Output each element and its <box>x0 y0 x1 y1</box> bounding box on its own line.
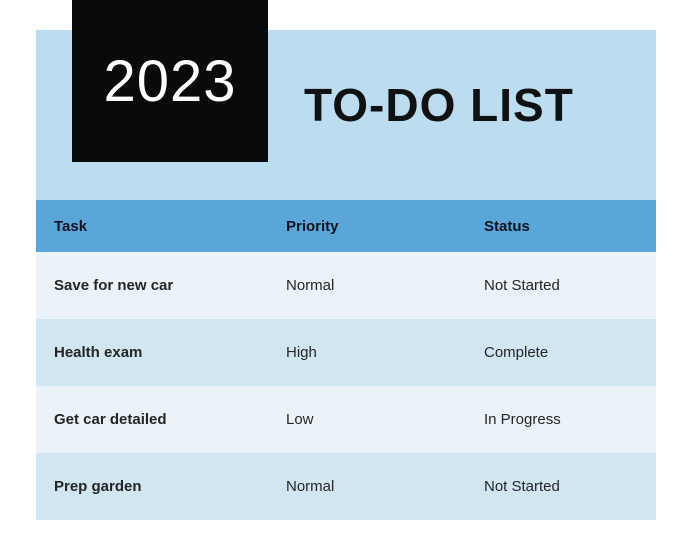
table-header-row: Task Priority Status <box>36 200 656 252</box>
cell-status: In Progress <box>466 386 656 453</box>
col-header-task: Task <box>36 200 268 252</box>
table-row: Health exam High Complete <box>36 319 656 386</box>
page-title: TO-DO LIST <box>304 30 574 180</box>
cell-task: Health exam <box>36 319 268 386</box>
cell-task: Get car detailed <box>36 386 268 453</box>
table-row: Save for new car Normal Not Started <box>36 252 656 319</box>
cell-task: Prep garden <box>36 453 268 520</box>
year-text: 2023 <box>103 48 236 115</box>
col-header-status: Status <box>466 200 656 252</box>
col-header-priority: Priority <box>268 200 466 252</box>
cell-task: Save for new car <box>36 252 268 319</box>
table-row: Prep garden Normal Not Started <box>36 453 656 520</box>
cell-status: Not Started <box>466 453 656 520</box>
cell-status: Complete <box>466 319 656 386</box>
header-banner: 2023 TO-DO LIST <box>36 30 656 200</box>
cell-priority: High <box>268 319 466 386</box>
table-body: Save for new car Normal Not Started Heal… <box>36 252 656 520</box>
todo-table: Task Priority Status Save for new car No… <box>36 200 656 520</box>
cell-priority: Low <box>268 386 466 453</box>
cell-status: Not Started <box>466 252 656 319</box>
cell-priority: Normal <box>268 453 466 520</box>
year-block: 2023 <box>72 0 268 162</box>
table-row: Get car detailed Low In Progress <box>36 386 656 453</box>
cell-priority: Normal <box>268 252 466 319</box>
